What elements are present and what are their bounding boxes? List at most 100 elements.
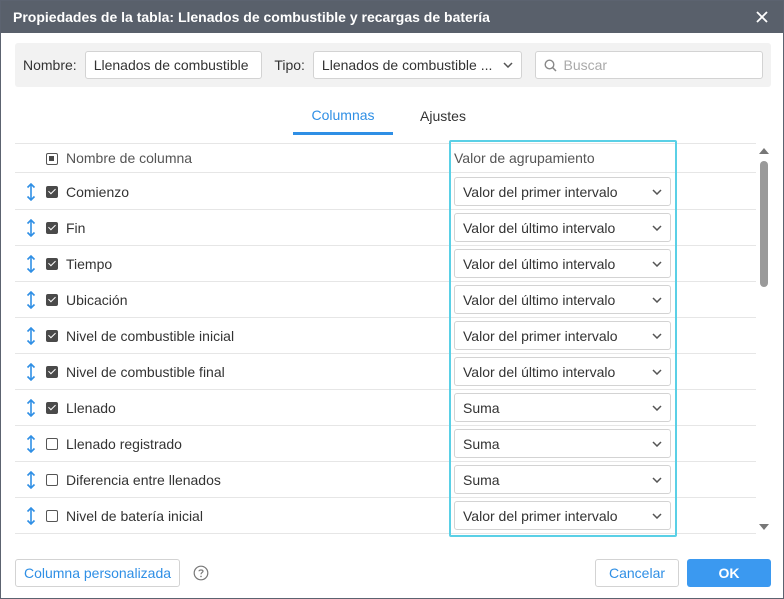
type-label: Tipo: xyxy=(274,57,305,73)
table-row: Nivel de combustible final Valor del últi… xyxy=(15,354,756,390)
table-row: Comienzo Valor del primer intervalo xyxy=(15,174,756,210)
column-checkbox[interactable] xyxy=(46,510,58,522)
scroll-down-icon[interactable] xyxy=(759,523,769,531)
drag-handle-icon[interactable] xyxy=(25,291,37,309)
grouping-value-select[interactable]: Valor del último intervalo xyxy=(454,213,671,242)
grouping-value-select[interactable]: Valor del primer intervalo xyxy=(454,177,671,206)
table-row: Ubicación Valor del último intervalo xyxy=(15,282,756,318)
column-checkbox[interactable] xyxy=(46,330,58,342)
drag-handle-icon[interactable] xyxy=(25,255,37,273)
chevron-down-icon xyxy=(652,224,662,231)
grouping-value: Valor del último intervalo xyxy=(463,255,616,272)
chevron-down-icon xyxy=(652,368,662,375)
column-checkbox[interactable] xyxy=(46,402,58,414)
ok-button[interactable]: OK xyxy=(687,559,771,587)
column-checkbox[interactable] xyxy=(46,294,58,306)
tab-bar: Columnas Ajustes xyxy=(1,97,783,135)
column-checkbox[interactable] xyxy=(46,474,58,486)
column-name: Comienzo xyxy=(66,184,130,200)
scrollbar-thumb[interactable] xyxy=(760,161,768,287)
drag-handle-icon[interactable] xyxy=(25,507,37,525)
column-name: Nivel de combustible inicial xyxy=(66,328,235,344)
name-label: Nombre: xyxy=(23,57,77,73)
close-icon[interactable] xyxy=(753,8,771,26)
filter-bar: Nombre: Llenados de combustible Tipo: Ll… xyxy=(15,43,771,87)
grouping-value-select[interactable]: Valor del último intervalo xyxy=(454,249,671,278)
table-row: Nivel de batería inicial Valor del primer… xyxy=(15,498,756,534)
chevron-down-icon xyxy=(652,404,662,411)
table-row: Diferencia entre llenados Suma xyxy=(15,462,756,498)
search-input[interactable]: Buscar xyxy=(535,51,763,79)
grouping-value-select[interactable]: Valor del último intervalo xyxy=(454,285,671,314)
grouping-value: Suma xyxy=(463,435,500,452)
column-name: Llenado xyxy=(66,400,116,416)
grouping-value: Suma xyxy=(463,399,500,416)
table-properties-dialog: Propiedades de la tabla: Llenados de com… xyxy=(0,0,784,599)
cancel-button[interactable]: Cancelar xyxy=(595,559,679,587)
chevron-down-icon xyxy=(652,512,662,519)
header-column-name: Nombre de columna xyxy=(66,150,193,166)
table-row: Llenado registrado Suma xyxy=(15,426,756,462)
grouping-value-select[interactable]: Valor del primer intervalo xyxy=(454,501,671,530)
drag-handle-icon[interactable] xyxy=(25,327,37,345)
select-all-checkbox[interactable] xyxy=(46,153,58,165)
column-name: Tiempo xyxy=(66,256,113,272)
drag-handle-icon[interactable] xyxy=(25,183,37,201)
name-field[interactable]: Llenados de combustible xyxy=(84,51,263,79)
columns-table: Nombre de columna Valor de agrupamiento … xyxy=(15,143,756,535)
grouping-value-select[interactable]: Suma xyxy=(454,393,671,422)
drag-handle-icon[interactable] xyxy=(25,399,37,417)
grouping-value-select[interactable]: Suma xyxy=(454,429,671,458)
column-checkbox[interactable] xyxy=(46,438,58,450)
grouping-value: Valor del primer intervalo xyxy=(463,183,618,200)
grouping-value: Valor del primer intervalo xyxy=(463,327,618,344)
grouping-value: Suma xyxy=(463,471,500,488)
search-icon xyxy=(544,58,558,72)
help-icon[interactable] xyxy=(193,565,209,581)
column-name: Nivel de batería inicial xyxy=(66,508,203,524)
chevron-down-icon xyxy=(652,440,662,447)
chevron-down-icon xyxy=(652,188,662,195)
table-row: Llenado Suma xyxy=(15,390,756,426)
column-name: Fin xyxy=(66,220,86,236)
custom-column-button[interactable]: Columna personalizada xyxy=(15,559,180,587)
grouping-value: Valor del último intervalo xyxy=(463,219,616,236)
title-bar: Propiedades de la tabla: Llenados de com… xyxy=(1,1,783,33)
column-name: Nivel de combustible final xyxy=(66,364,225,380)
grouping-value: Valor del último intervalo xyxy=(463,363,616,380)
column-checkbox[interactable] xyxy=(46,222,58,234)
column-checkbox[interactable] xyxy=(46,366,58,378)
grouping-value: Valor del último intervalo xyxy=(463,291,616,308)
dialog-title: Propiedades de la tabla: Llenados de com… xyxy=(13,9,490,25)
grouping-value-select[interactable]: Suma xyxy=(454,465,671,494)
drag-handle-icon[interactable] xyxy=(25,219,37,237)
table-header: Nombre de columna Valor de agrupamiento xyxy=(15,143,756,173)
column-name: Llenado registrado xyxy=(66,436,182,452)
column-name: Ubicación xyxy=(66,292,128,308)
scrollbar[interactable] xyxy=(757,143,771,535)
type-value: Llenados de combustible ... xyxy=(321,57,493,73)
type-select[interactable]: Llenados de combustible ... xyxy=(312,51,523,79)
table-row: Nivel de combustible inicial Valor del pr… xyxy=(15,318,756,354)
drag-handle-icon[interactable] xyxy=(25,363,37,381)
header-grouping-value: Valor de agrupamiento xyxy=(454,150,595,166)
drag-handle-icon[interactable] xyxy=(25,471,37,489)
column-checkbox[interactable] xyxy=(46,186,58,198)
chevron-down-icon xyxy=(652,296,662,303)
tab-columnas[interactable]: Columnas xyxy=(293,97,393,135)
column-name: Diferencia entre llenados xyxy=(66,472,221,488)
table-row: Tiempo Valor del último intervalo xyxy=(15,246,756,282)
chevron-down-icon xyxy=(652,332,662,339)
name-value: Llenados de combustible xyxy=(93,57,249,73)
drag-handle-icon[interactable] xyxy=(25,435,37,453)
tab-ajustes[interactable]: Ajustes xyxy=(401,97,485,135)
chevron-down-icon xyxy=(652,476,662,483)
grouping-value-select[interactable]: Valor del primer intervalo xyxy=(454,321,671,350)
search-placeholder: Buscar xyxy=(563,57,608,73)
column-checkbox[interactable] xyxy=(46,258,58,270)
scroll-up-icon[interactable] xyxy=(759,147,769,155)
grouping-value: Valor del primer intervalo xyxy=(463,507,618,524)
chevron-down-icon xyxy=(652,260,662,267)
chevron-down-icon xyxy=(503,62,514,68)
grouping-value-select[interactable]: Valor del último intervalo xyxy=(454,357,671,386)
